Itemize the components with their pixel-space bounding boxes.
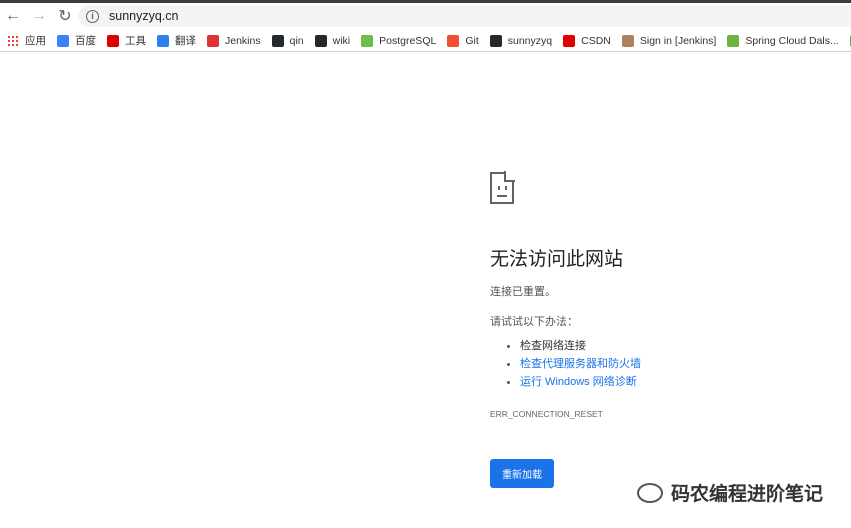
sad-document-icon [490, 171, 515, 204]
github-icon [314, 34, 327, 47]
bookmark-label: 应用 [25, 35, 46, 47]
bookmark-item[interactable]: CSDN [563, 34, 611, 47]
reload-icon[interactable]: ↻ [52, 6, 78, 26]
back-arrow-icon[interactable]: ← [0, 7, 26, 25]
address-bar[interactable]: i sunnyzyq.cn [78, 5, 851, 27]
bookmark-label: 翻译 [175, 35, 196, 47]
translate-icon [157, 34, 169, 47]
bookmark-item[interactable]: sunnyzyq [489, 34, 553, 47]
bookmark-label: sunnyzyq [507, 34, 553, 47]
github-icon [271, 34, 284, 47]
forward-arrow-icon[interactable]: → [26, 7, 52, 25]
wechat-icon [636, 482, 663, 503]
watermark-text: 码农编程进阶笔记 [670, 484, 823, 505]
jenkins-butler-icon [621, 34, 634, 47]
url-text[interactable]: sunnyzyq.cn [109, 9, 178, 23]
bookmark-item[interactable]: 工具 [107, 33, 146, 48]
bookmark-label: qin [289, 34, 304, 47]
suggestion-check-network: 检查网络连接 [507, 337, 810, 355]
bookmark-label: Jenkins [225, 34, 261, 47]
github-icon [489, 34, 502, 47]
bookmark-item[interactable]: 应用 [7, 33, 46, 48]
bookmark-item[interactable]: 百度 [57, 33, 96, 48]
watermark: 码农编程进阶笔记 [636, 479, 823, 506]
suggestions-list: 检查网络连接 检查代理服务器和防火墙 运行 Windows 网络诊断 [490, 337, 810, 391]
bookmark-label: wiki [332, 34, 351, 47]
baidu-paw-icon [57, 34, 69, 47]
error-code: ERR_CONNECTION_RESET [490, 409, 603, 419]
bookmark-item[interactable]: qin [271, 34, 304, 47]
bookmark-item[interactable]: Git [447, 34, 479, 47]
bookmark-item[interactable]: Jenkins [207, 34, 261, 47]
jenkins-icon [207, 34, 219, 47]
bookmark-item[interactable]: PostgreSQL [361, 34, 437, 47]
error-page: 无法访问此网站 连接已重置。 请试试以下办法： 检查网络连接 检查代理服务器和防… [490, 171, 810, 488]
bookmark-item[interactable]: Sign in [Jenkins] [621, 34, 717, 47]
error-subtitle: 连接已重置。 [490, 286, 556, 298]
bookmarks-bar: 应用 百度 工具 翻译 Jenkins qin wiki PostgreSQL Git sunny… [0, 30, 851, 52]
info-icon[interactable]: i [86, 9, 99, 23]
bookmark-label: Git [465, 34, 479, 47]
csdn-icon [563, 34, 576, 47]
bookmark-label: 工具 [125, 35, 146, 47]
csdn-icon [107, 34, 119, 47]
bookmark-item[interactable]: Spring Cloud Dals... [727, 34, 839, 47]
bookmark-label: PostgreSQL [379, 34, 437, 47]
bookmark-label: CSDN [581, 34, 611, 47]
suggestion-run-diagnostics-link[interactable]: 运行 Windows 网络诊断 [507, 373, 810, 391]
git-icon [447, 34, 460, 47]
suggestion-check-proxy-link[interactable]: 检查代理服务器和防火墙 [507, 355, 810, 373]
apps-grid-icon [7, 34, 19, 47]
bookmark-label: Spring Cloud Dals... [745, 34, 839, 47]
spring-icon [727, 34, 740, 47]
browser-toolbar: ← → ↻ i sunnyzyq.cn [0, 3, 851, 29]
bookmark-label: Sign in [Jenkins] [639, 34, 717, 47]
bookmark-item[interactable]: wiki [314, 34, 351, 47]
bookmark-item[interactable]: 翻译 [157, 33, 196, 48]
reload-button[interactable]: 重新加载 [490, 459, 554, 488]
postgres-icon [361, 34, 374, 47]
bookmark-label: 百度 [75, 35, 96, 47]
error-title: 无法访问此网站 [490, 249, 624, 270]
try-label: 请试试以下办法： [490, 316, 578, 328]
